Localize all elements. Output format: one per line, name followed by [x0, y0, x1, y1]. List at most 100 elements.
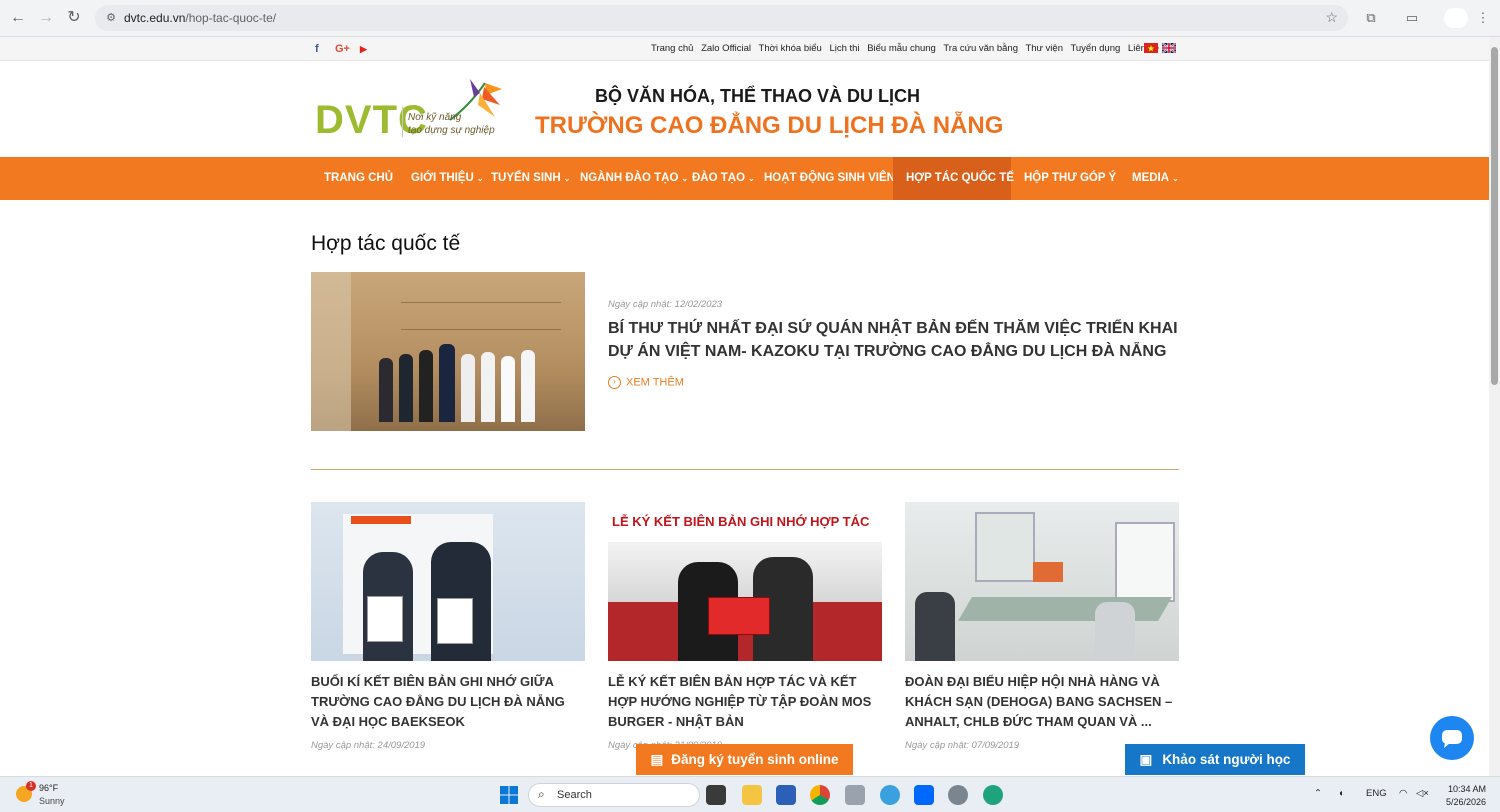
- toplink-forms[interactable]: Biểu mẫu chung: [867, 43, 936, 54]
- read-more-link[interactable]: › XEM THÊM: [608, 376, 684, 389]
- chat-button[interactable]: [1430, 716, 1474, 760]
- extensions-icon[interactable]: ⧉: [1361, 8, 1381, 28]
- survey-button[interactable]: ▣ Khảo sát người học: [1125, 744, 1305, 775]
- logo-divider: [402, 107, 403, 137]
- featured-title[interactable]: BÍ THƯ THỨ NHẤT ĐẠI SỨ QUÁN NHẬT BẢN ĐẾN…: [608, 317, 1188, 363]
- nav-student-activities-label: HOẠT ĐỘNG SINH VIÊN: [764, 172, 895, 184]
- nav-media[interactable]: MEDIA ⌄: [1132, 157, 1179, 200]
- photos-icon[interactable]: [880, 785, 900, 805]
- card-2-banner-text: LỄ KÝ KẾT BIÊN BẢN GHI NHỚ HỢP TÁC: [608, 502, 882, 542]
- weather-temp[interactable]: 96°F: [39, 783, 58, 793]
- chrome-icon[interactable]: [810, 785, 830, 805]
- nav-admission[interactable]: TUYỂN SINH ⌄: [491, 157, 570, 200]
- nav-admission-label: TUYỂN SINH: [491, 172, 561, 184]
- chevron-down-icon: ⌄: [681, 174, 689, 183]
- nav-home[interactable]: TRANG CHỦ: [324, 157, 393, 200]
- nav-media-label: MEDIA: [1132, 172, 1170, 184]
- url-text[interactable]: dvtc.edu.vn/hop-tac-quoc-te/: [124, 11, 276, 25]
- card-date-3: Ngày cập nhật: 07/09/2019: [905, 740, 1020, 751]
- url-domain: dvtc.edu.vn: [124, 11, 186, 25]
- toplink-library[interactable]: Thư viện: [1025, 43, 1063, 54]
- toplink-exams[interactable]: Lịch thi: [829, 43, 859, 54]
- nav-about-label: GIỚI THIỆU: [411, 172, 474, 184]
- card-date-1: Ngày cập nhật: 24/09/2019: [311, 740, 426, 751]
- wifi-icon[interactable]: ◠: [1399, 788, 1407, 799]
- logo-slogan: Nơi kỹ năng tạo dựng sự nghiệp: [408, 111, 495, 137]
- task-view-icon[interactable]: [706, 785, 726, 805]
- reload-icon[interactable]: ↻: [64, 8, 84, 28]
- form-icon: ▤: [650, 752, 664, 767]
- section-divider: [311, 469, 1179, 470]
- search-icon: ⌕: [538, 787, 545, 801]
- toplink-diploma[interactable]: Tra cứu văn bằng: [943, 43, 1018, 54]
- address-bar[interactable]: ⚙ dvtc.edu.vn/hop-tac-quoc-te/ ☆: [95, 5, 1348, 31]
- register-online-label: Đăng ký tuyển sinh online: [671, 752, 839, 767]
- toplink-home[interactable]: Trang chủ: [651, 43, 693, 54]
- browser-toolbar: ← → ↻ ⚙ dvtc.edu.vn/hop-tac-quoc-te/ ☆ ⧉…: [0, 0, 1500, 37]
- read-more-label: XEM THÊM: [626, 376, 684, 389]
- google-plus-icon[interactable]: G+: [335, 43, 350, 55]
- facebook-icon[interactable]: f: [315, 43, 319, 55]
- toplink-timetable[interactable]: Thời khóa biểu: [759, 43, 822, 54]
- register-online-button[interactable]: ▤ Đăng ký tuyển sinh online: [636, 744, 853, 775]
- site-info-icon[interactable]: ⚙: [103, 10, 119, 26]
- tray-app-icon[interactable]: ◐: [1339, 788, 1345, 799]
- language-indicator[interactable]: ENG: [1366, 788, 1387, 799]
- bookmark-star-icon[interactable]: ☆: [1325, 9, 1338, 26]
- speaker-muted-icon[interactable]: ◁×: [1416, 788, 1429, 799]
- nav-majors-label: NGÀNH ĐÀO TẠO: [580, 172, 679, 184]
- chevron-down-icon: ⌄: [748, 174, 755, 183]
- survey-icon: ▣: [1139, 752, 1153, 767]
- nav-training[interactable]: ĐÀO TẠO ⌄: [692, 157, 755, 200]
- forward-icon[interactable]: →: [36, 8, 56, 28]
- zalo-icon[interactable]: [914, 785, 934, 805]
- uk-flag-icon[interactable]: [1162, 43, 1176, 53]
- file-explorer-icon[interactable]: [742, 785, 762, 805]
- nav-home-label: TRANG CHỦ: [324, 172, 393, 184]
- chevron-down-icon: ⌄: [563, 174, 571, 183]
- nav-student-activities[interactable]: HOẠT ĐỘNG SINH VIÊN⌄: [764, 157, 905, 200]
- clock-date: 5/26/2026: [1445, 797, 1486, 807]
- nav-feedback[interactable]: HỘP THƯ GÓP Ý: [1024, 157, 1116, 200]
- nav-international-cooperation[interactable]: HỢP TÁC QUỐC TẾ: [893, 157, 1014, 200]
- vietnam-flag-icon[interactable]: [1144, 43, 1158, 53]
- card-image-1[interactable]: [311, 502, 585, 661]
- nav-majors[interactable]: NGÀNH ĐÀO TẠO ⌄: [580, 157, 688, 200]
- card-title-2[interactable]: LỄ KÝ KẾT BIÊN BẢN HỢP TÁC VÀ KẾT HỢP HƯ…: [608, 672, 883, 732]
- scrollbar-thumb[interactable]: [1491, 47, 1498, 385]
- chevron-down-icon: ⌄: [476, 174, 484, 183]
- back-icon[interactable]: ←: [8, 8, 28, 28]
- tray-chevron-up-icon[interactable]: ⌃: [1314, 788, 1322, 799]
- nav-about[interactable]: GIỚI THIỆU ⌄: [411, 157, 484, 200]
- card-title-3[interactable]: ĐOÀN ĐẠI BIỂU HIỆP HỘI NHÀ HÀNG VÀ KHÁCH…: [905, 672, 1180, 732]
- app-icon[interactable]: [845, 785, 865, 805]
- store-icon[interactable]: [776, 785, 796, 805]
- card-image-3[interactable]: [905, 502, 1179, 661]
- youtube-icon[interactable]: ▶: [360, 44, 367, 55]
- chevron-right-icon: ›: [608, 376, 621, 389]
- menu-dots-icon[interactable]: ⋮: [1473, 8, 1493, 28]
- cast-icon[interactable]: ▭: [1402, 8, 1422, 28]
- nav-international-label: HỢP TÁC QUỐC TẾ: [906, 172, 1014, 184]
- weather-condition[interactable]: Sunny: [39, 796, 65, 806]
- windows-start-icon[interactable]: [499, 785, 519, 805]
- settings-gear-icon[interactable]: [948, 785, 968, 805]
- top-utility-bar: f G+ ▶ Trang chủ Zalo Official Thời khóa…: [0, 37, 1489, 61]
- featured-article-image[interactable]: [311, 272, 585, 431]
- windows-taskbar: 1 96°F Sunny ⌕ Search ⌃ ◐ ENG ◠ ◁× 10:34…: [0, 776, 1500, 812]
- featured-date: Ngày cập nhật: 12/02/2023: [608, 299, 723, 310]
- clock[interactable]: 10:34 AM 5/26/2026: [1440, 783, 1486, 809]
- chevron-down-icon: ⌄: [1172, 174, 1179, 183]
- school-title: TRƯỜNG CAO ĐẲNG DU LỊCH ĐÀ NẴNG: [535, 112, 1004, 139]
- toplink-jobs[interactable]: Tuyển dụng: [1070, 43, 1120, 54]
- chat-bubble-icon: [1442, 730, 1462, 748]
- card-title-1[interactable]: BUỔI KÍ KẾT BIÊN BẢN GHI NHỚ GIỮA TRƯỜNG…: [311, 672, 586, 732]
- taskbar-search[interactable]: ⌕ Search: [528, 783, 700, 807]
- toplink-zalo[interactable]: Zalo Official: [701, 43, 751, 54]
- main-navigation: TRANG CHỦ GIỚI THIỆU ⌄ TUYỂN SINH ⌄ NGÀNH …: [0, 157, 1489, 200]
- nav-training-label: ĐÀO TẠO: [692, 172, 746, 184]
- card-image-2[interactable]: LỄ KÝ KẾT BIÊN BẢN GHI NHỚ HỢP TÁC: [608, 502, 882, 661]
- slogan-line-1: Nơi kỹ năng: [408, 112, 462, 123]
- profile-avatar[interactable]: [1444, 8, 1468, 28]
- app-green-icon[interactable]: [983, 785, 1003, 805]
